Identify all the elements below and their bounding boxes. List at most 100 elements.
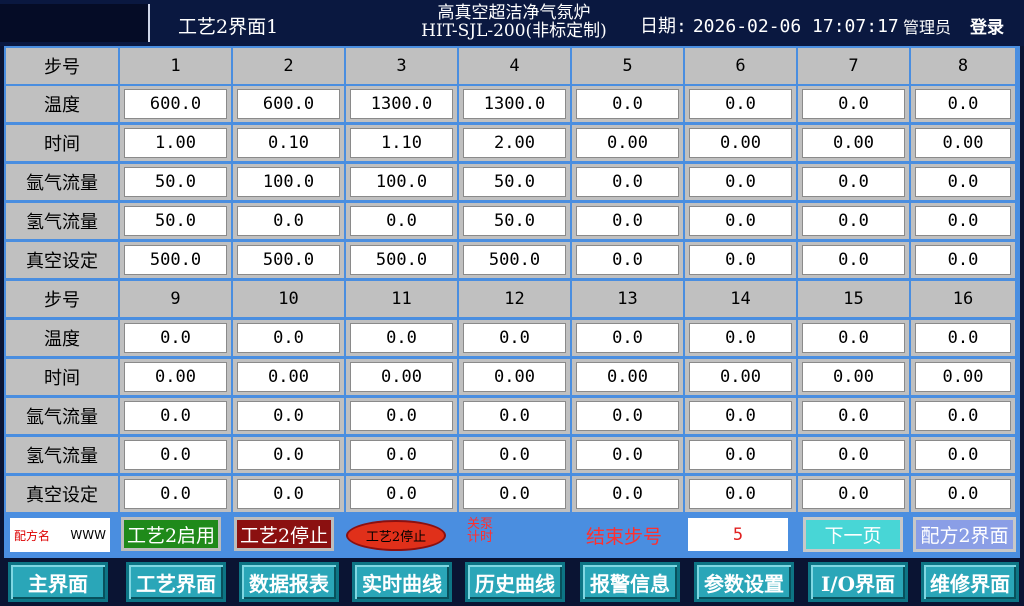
argon-flow-input[interactable]: 0.0	[350, 401, 453, 431]
time-input[interactable]: 0.00	[576, 362, 679, 392]
time-input[interactable]: 2.00	[463, 128, 566, 158]
temperature-input[interactable]: 0.0	[915, 323, 1011, 353]
argon-flow-input[interactable]: 0.0	[915, 401, 1011, 431]
time-input[interactable]: 0.10	[237, 128, 340, 158]
time-input[interactable]: 0.00	[689, 362, 792, 392]
vacuum-setpoint-input[interactable]: 0.0	[237, 479, 340, 509]
argon-flow-input[interactable]: 0.0	[463, 401, 566, 431]
argon-flow-input[interactable]: 0.0	[915, 167, 1011, 197]
nav-button-3[interactable]: 实时曲线	[352, 562, 452, 602]
nav-button-5[interactable]: 报警信息	[580, 562, 680, 602]
hydrogen-flow-input[interactable]: 0.0	[237, 206, 340, 236]
time-input[interactable]: 1.10	[350, 128, 453, 158]
vacuum-setpoint-input[interactable]: 0.0	[689, 479, 792, 509]
temperature-input[interactable]: 0.0	[463, 323, 566, 353]
hydrogen-flow-input[interactable]: 0.0	[237, 440, 340, 470]
hydrogen-flow-input[interactable]: 0.0	[689, 440, 792, 470]
vacuum-setpoint-input[interactable]: 0.0	[802, 245, 905, 275]
time-input[interactable]: 0.00	[802, 362, 905, 392]
hydrogen-flow-input[interactable]: 0.0	[915, 206, 1011, 236]
nav-button-2[interactable]: 数据报表	[239, 562, 339, 602]
row-label-vacuum-setpoint: 真空设定	[6, 476, 118, 512]
argon-flow-input[interactable]: 0.0	[689, 167, 792, 197]
vacuum-setpoint-input[interactable]: 0.0	[915, 479, 1011, 509]
vacuum-setpoint-input[interactable]: 0.0	[802, 479, 905, 509]
time-input[interactable]: 0.00	[237, 362, 340, 392]
hydrogen-flow-input[interactable]: 0.0	[463, 440, 566, 470]
temperature-input[interactable]: 0.0	[802, 89, 905, 119]
nav-button-8[interactable]: 维修界面	[921, 562, 1019, 602]
vacuum-setpoint-input[interactable]: 500.0	[463, 245, 566, 275]
time-input[interactable]: 0.00	[576, 128, 679, 158]
temperature-input[interactable]: 600.0	[237, 89, 340, 119]
vacuum-setpoint-input[interactable]: 0.0	[915, 245, 1011, 275]
hydrogen-flow-input[interactable]: 0.0	[576, 206, 679, 236]
hydrogen-flow-input[interactable]: 50.0	[124, 206, 227, 236]
argon-flow-input[interactable]: 0.0	[237, 401, 340, 431]
hydrogen-flow-input[interactable]: 0.0	[802, 206, 905, 236]
nav-button-7[interactable]: I/O界面	[808, 562, 908, 602]
argon-flow-input[interactable]: 0.0	[802, 167, 905, 197]
temperature-input[interactable]: 600.0	[124, 89, 227, 119]
argon-flow-input[interactable]: 0.0	[576, 167, 679, 197]
time-input[interactable]: 1.00	[124, 128, 227, 158]
temperature-input[interactable]: 0.0	[915, 89, 1011, 119]
argon-flow-input[interactable]: 0.0	[802, 401, 905, 431]
vacuum-setpoint-input[interactable]: 500.0	[350, 245, 453, 275]
current-user: 管理员	[903, 18, 952, 37]
argon-flow-input[interactable]: 50.0	[463, 167, 566, 197]
hydrogen-flow-input[interactable]: 0.0	[350, 206, 453, 236]
time-input[interactable]: 0.00	[689, 128, 792, 158]
argon-flow-input[interactable]: 0.0	[124, 401, 227, 431]
nav-button-4[interactable]: 历史曲线	[465, 562, 565, 602]
vacuum-setpoint-input[interactable]: 500.0	[237, 245, 340, 275]
temperature-input[interactable]: 0.0	[350, 323, 453, 353]
argon-flow-input[interactable]: 100.0	[237, 167, 340, 197]
temperature-input[interactable]: 0.0	[576, 323, 679, 353]
next-page-button[interactable]: 下一页	[803, 517, 903, 552]
process-stop-button[interactable]: 工艺2停止	[234, 517, 334, 551]
time-input[interactable]: 0.00	[915, 362, 1011, 392]
hydrogen-flow-input[interactable]: 0.0	[124, 440, 227, 470]
temperature-input[interactable]: 0.0	[576, 89, 679, 119]
recipe2-page-button[interactable]: 配方2界面	[913, 517, 1016, 552]
hydrogen-flow-input[interactable]: 0.0	[689, 206, 792, 236]
temperature-input[interactable]: 1300.0	[463, 89, 566, 119]
machine-model: HIT-SJL-200(非标定制)	[421, 21, 607, 41]
time-input[interactable]: 0.00	[350, 362, 453, 392]
hydrogen-flow-input[interactable]: 50.0	[463, 206, 566, 236]
time-input[interactable]: 0.00	[463, 362, 566, 392]
time-input[interactable]: 0.00	[802, 128, 905, 158]
vacuum-setpoint-input[interactable]: 500.0	[124, 245, 227, 275]
vacuum-setpoint-input[interactable]: 0.0	[576, 479, 679, 509]
argon-flow-input[interactable]: 50.0	[124, 167, 227, 197]
time-input[interactable]: 0.00	[124, 362, 227, 392]
temperature-input[interactable]: 0.0	[802, 323, 905, 353]
vacuum-setpoint-input[interactable]: 0.0	[576, 245, 679, 275]
argon-flow-input[interactable]: 0.0	[689, 401, 792, 431]
vacuum-setpoint-input[interactable]: 0.0	[689, 245, 792, 275]
temperature-input[interactable]: 0.0	[689, 89, 792, 119]
hydrogen-flow-input[interactable]: 0.0	[350, 440, 453, 470]
vacuum-setpoint-input[interactable]: 0.0	[350, 479, 453, 509]
end-step-input[interactable]: 5	[688, 518, 788, 551]
time-input[interactable]: 0.00	[915, 128, 1011, 158]
nav-button-1[interactable]: 工艺界面	[126, 562, 226, 602]
hydrogen-flow-input[interactable]: 0.0	[576, 440, 679, 470]
process-start-button[interactable]: 工艺2启用	[121, 517, 221, 551]
argon-flow-input[interactable]: 0.0	[576, 401, 679, 431]
temperature-input[interactable]: 0.0	[124, 323, 227, 353]
login-button[interactable]: 登录	[970, 13, 1004, 38]
hydrogen-flow-input[interactable]: 0.0	[802, 440, 905, 470]
recipe-name-value: WWW	[70, 528, 106, 542]
recipe-name-field[interactable]: 配方名 WWW	[10, 518, 110, 552]
hydrogen-flow-input[interactable]: 0.0	[915, 440, 1011, 470]
nav-button-0[interactable]: 主界面	[8, 562, 108, 602]
temperature-input[interactable]: 0.0	[689, 323, 792, 353]
nav-button-6[interactable]: 参数设置	[694, 562, 794, 602]
temperature-input[interactable]: 1300.0	[350, 89, 453, 119]
vacuum-setpoint-input[interactable]: 0.0	[463, 479, 566, 509]
temperature-input[interactable]: 0.0	[237, 323, 340, 353]
vacuum-setpoint-input[interactable]: 0.0	[124, 479, 227, 509]
argon-flow-input[interactable]: 100.0	[350, 167, 453, 197]
